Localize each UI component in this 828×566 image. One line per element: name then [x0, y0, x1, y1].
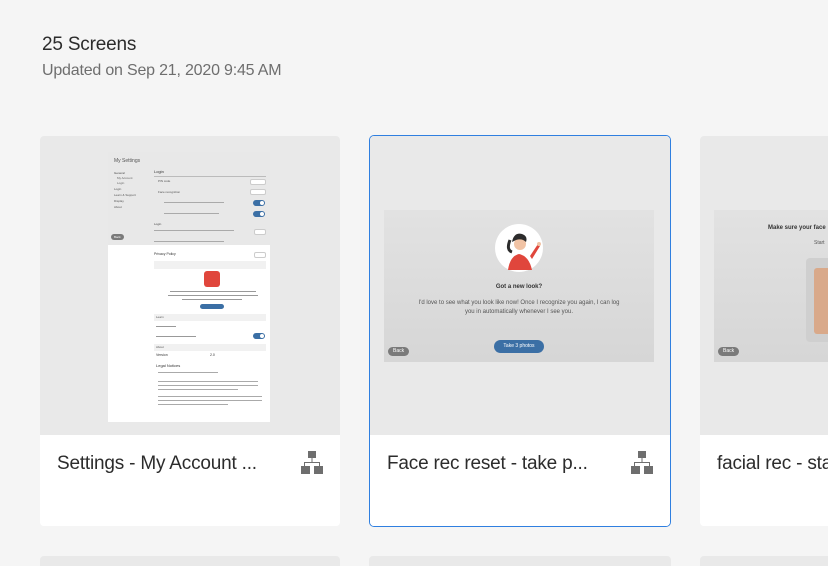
preview-pill: [250, 189, 266, 195]
preview-row-label: Version: [156, 353, 168, 357]
preview-back-chip: Back: [718, 347, 740, 356]
take-photos-button: Take 3 photos: [494, 340, 544, 353]
preview-heading: My Settings: [114, 158, 141, 164]
preview-toggle: [253, 211, 265, 217]
preview-section-title: Login: [154, 222, 162, 226]
preview-nav-item: Learn & Support: [114, 193, 136, 197]
face-photo: [814, 268, 828, 334]
preview-row-label: Face recognition: [158, 190, 181, 194]
preview-nav-item: Login: [114, 187, 122, 191]
screen-thumbnail[interactable]: Make sure your face Start Back: [714, 210, 828, 362]
preview-section-title: About: [156, 345, 164, 349]
page-header: 25 Screens Updated on Sep 21, 2020 9:45 …: [42, 34, 282, 80]
preview-nav-item: About: [114, 205, 122, 209]
preview-nav-item: Login: [117, 181, 125, 185]
card-thumbnail-area[interactable]: Got a new look? I'd love to see what you…: [370, 136, 670, 435]
preview-section-title: Login: [154, 169, 164, 174]
updated-timestamp: Updated on Sep 21, 2020 9:45 AM: [42, 62, 282, 79]
preview-pill: [250, 179, 266, 185]
preview-nav-item: Display: [114, 199, 124, 203]
flow-icon[interactable]: [631, 451, 653, 475]
preview-nav-item: My Account: [117, 176, 133, 180]
preview-heading: Make sure your face: [768, 225, 826, 231]
take-photos-label: Take 3 photos: [503, 343, 535, 349]
preview-body-line: you in automatically whenever I see you.: [464, 309, 574, 315]
flow-icon[interactable]: [301, 451, 323, 475]
preview-back-chip: Back: [111, 234, 124, 240]
screen-thumbnail[interactable]: Got a new look? I'd love to see what you…: [384, 210, 654, 362]
screen-card-face-rec-reset[interactable]: Got a new look? I'd love to see what you…: [369, 135, 671, 527]
preview-subtext: Start: [814, 240, 825, 246]
preview-offer-button: [200, 304, 224, 309]
preview-toggle: [253, 200, 265, 206]
screen-card-next-row[interactable]: [700, 556, 828, 566]
preview-section-title: Learn: [156, 315, 164, 319]
preview-offer-icon: [204, 271, 220, 287]
preview-row-label: Privacy Policy: [154, 252, 176, 256]
card-title[interactable]: facial rec - sta: [717, 453, 828, 475]
preview-body-line: I'd love to see what you look like now! …: [418, 300, 620, 306]
screen-card-next-row[interactable]: [369, 556, 671, 566]
screen-thumbnail[interactable]: My Settings General My Account Login Log…: [108, 152, 270, 422]
card-title[interactable]: Settings - My Account ...: [57, 453, 279, 475]
card-thumbnail-area[interactable]: Make sure your face Start Back: [700, 136, 828, 435]
preview-heading: Got a new look?: [495, 284, 543, 290]
preview-toggle: [253, 333, 265, 339]
preview-pill: [254, 252, 266, 258]
preview-nav-item: General: [114, 171, 125, 175]
card-footer[interactable]: Settings - My Account ...: [40, 435, 340, 526]
preview-section-title: Legal Notices: [156, 363, 181, 368]
card-footer[interactable]: facial rec - sta: [700, 435, 828, 526]
card-thumbnail-area[interactable]: My Settings General My Account Login Log…: [40, 136, 340, 435]
avatar-illustration: [495, 224, 543, 272]
screen-card-facial-rec-start[interactable]: Make sure your face Start Back facial re…: [700, 136, 828, 526]
card-footer[interactable]: Face rec reset - take p...: [370, 435, 670, 526]
screen-count: 25 Screens: [42, 34, 137, 55]
preview-back-chip: Back: [388, 347, 410, 356]
screen-card-settings[interactable]: My Settings General My Account Login Log…: [40, 136, 340, 526]
preview-version-value: 2.0: [210, 353, 215, 357]
screen-card-next-row[interactable]: [40, 556, 340, 566]
preview-row-label: PIN code: [158, 179, 171, 183]
preview-pill: [254, 229, 266, 235]
card-title[interactable]: Face rec reset - take p...: [387, 453, 609, 475]
